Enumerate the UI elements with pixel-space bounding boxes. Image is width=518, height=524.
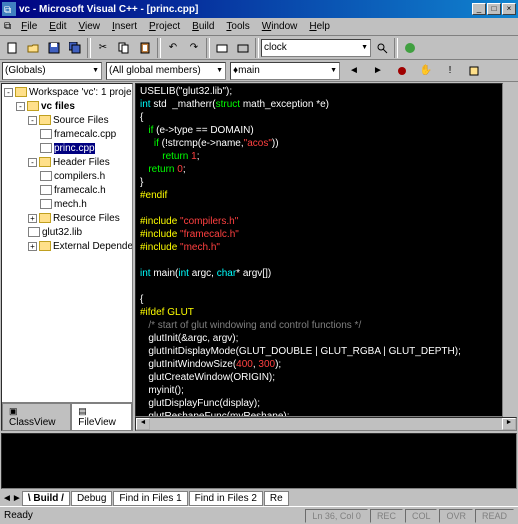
scope-combo[interactable]: (Globals)▼ [2, 62, 102, 80]
menu-insert[interactable]: Insert [106, 19, 143, 34]
tree-item[interactable]: -Source Files [4, 114, 130, 128]
function-combo[interactable]: ♦ main▼ [230, 62, 340, 80]
new-file-button[interactable] [2, 38, 22, 58]
outtab-nav-right[interactable]: ► [12, 493, 22, 504]
nav-fwd-button[interactable]: ► [368, 61, 388, 81]
tree-item[interactable]: +External Dependencies [4, 240, 130, 254]
tree-item[interactable]: compilers.h [4, 170, 130, 184]
find-combo[interactable]: clock▼ [261, 39, 371, 57]
hand-icon[interactable]: ✋ [416, 61, 436, 81]
tree-item[interactable]: -Workspace 'vc': 1 project(s) [4, 86, 130, 100]
tree-item[interactable]: princ.cpp [4, 142, 130, 156]
save-all-button[interactable] [65, 38, 85, 58]
find2-tab[interactable]: Find in Files 2 [189, 491, 263, 506]
status-bar: Ready Ln 36, Col 0 REC COL OVR READ [0, 506, 518, 524]
output-panel[interactable] [1, 433, 517, 489]
members-combo[interactable]: (All global members)▼ [106, 62, 226, 80]
sidebar-tabs: ▣ ClassView ▤ FileView [2, 402, 132, 430]
title-bar: ⧉ vc - Microsoft Visual C++ - [princ.cpp… [0, 0, 518, 18]
redo-button[interactable]: ↷ [184, 38, 204, 58]
workspace-button[interactable] [212, 38, 232, 58]
find-text: clock [264, 42, 287, 53]
minimize-button[interactable]: _ [472, 3, 486, 15]
find-button[interactable] [372, 38, 392, 58]
app-icon: ⧉ [2, 2, 16, 16]
cut-button[interactable]: ✂ [93, 38, 113, 58]
copy-button[interactable] [114, 38, 134, 58]
classview-tab[interactable]: ▣ ClassView [2, 403, 71, 430]
menu-window[interactable]: Window [256, 19, 304, 34]
tree-item[interactable]: framecalc.cpp [4, 128, 130, 142]
editor-vscroll[interactable] [503, 83, 517, 417]
window-title: vc - Microsoft Visual C++ - [princ.cpp] [19, 4, 472, 15]
menu-view[interactable]: View [73, 19, 107, 34]
go-button[interactable] [400, 38, 420, 58]
svg-text:⧉: ⧉ [4, 5, 11, 16]
menu-build[interactable]: Build [186, 19, 220, 34]
tree-item[interactable]: -Header Files [4, 156, 130, 170]
save-button[interactable] [44, 38, 64, 58]
build-tab[interactable]: \ Build / [22, 491, 70, 506]
code-editor[interactable]: USELIB("glut32.lib"); int std _matherr(s… [135, 83, 503, 417]
main-toolbar: ✂ ↶ ↷ clock▼ [0, 36, 518, 60]
maximize-button[interactable]: □ [487, 3, 501, 15]
tree-item[interactable]: +Resource Files [4, 212, 130, 226]
output-tabs: ◄ ► \ Build / Debug Find in Files 1 Find… [0, 490, 518, 506]
editor-hscroll[interactable]: ◄► [135, 417, 517, 431]
nav-back-button[interactable]: ◄ [344, 61, 364, 81]
tree-item[interactable]: glut32.lib [4, 226, 130, 240]
debug-tab[interactable]: Debug [71, 491, 112, 506]
outtab-nav-left[interactable]: ◄ [2, 493, 12, 504]
run-button[interactable]: ! [440, 61, 460, 81]
open-button[interactable] [23, 38, 43, 58]
fileview-tab[interactable]: ▤ FileView [71, 403, 132, 430]
wizard-bar: (Globals)▼ (All global members)▼ ♦ main▼… [0, 60, 518, 82]
menu-project[interactable]: Project [143, 19, 186, 34]
undo-button[interactable]: ↶ [163, 38, 183, 58]
workspace-panel: -Workspace 'vc': 1 project(s)-vc files-S… [1, 83, 133, 431]
close-button[interactable]: × [502, 3, 516, 15]
menu-bar: ⧉FileEditViewInsertProjectBuildToolsWind… [0, 18, 518, 36]
find1-tab[interactable]: Find in Files 1 [113, 491, 187, 506]
menu-help[interactable]: Help [303, 19, 336, 34]
tree-item[interactable]: -vc files [4, 100, 130, 114]
menu-file[interactable]: File [15, 19, 43, 34]
build-button[interactable] [464, 61, 484, 81]
file-tree[interactable]: -Workspace 'vc': 1 project(s)-vc files-S… [2, 84, 132, 402]
results-tab[interactable]: Re [264, 491, 289, 506]
menu-tools[interactable]: Tools [220, 19, 255, 34]
tree-item[interactable]: mech.h [4, 198, 130, 212]
tree-item[interactable]: framecalc.h [4, 184, 130, 198]
bp-button[interactable] [392, 61, 412, 81]
paste-button[interactable] [135, 38, 155, 58]
menu-edit[interactable]: Edit [43, 19, 72, 34]
output-button[interactable] [233, 38, 253, 58]
